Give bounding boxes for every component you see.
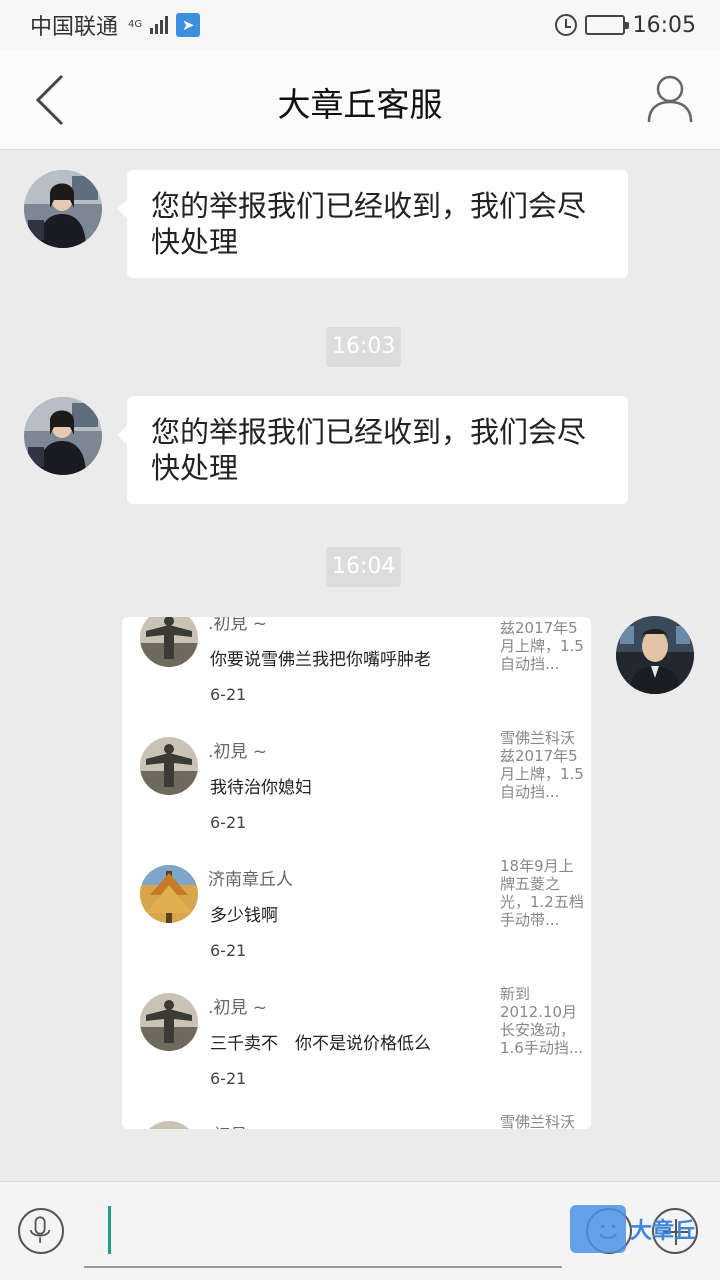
screenshot-list-item: .初見 ~ 三千卖不 你不是说价格低么 6-21 新到2012.10月长安逸动，… [122,985,591,1121]
screenshot-date: 6-21 [210,685,247,704]
status-left: 中国联通 4G ➤ [30,9,201,41]
screenshot-list-item: 济南章丘人 多少钱啊 6-21 18年9月上牌五菱之光，1.2五档手动带... [122,857,591,993]
screenshot-date: 6-21 [210,1069,247,1088]
timestamp: 16:04 [326,547,402,587]
screenshot-avatar [140,993,198,1051]
app-notification-icon: ➤ [176,13,201,37]
microphone-icon [30,1216,51,1243]
user-avatar-image [616,616,694,694]
screenshot-list-item: .初見 ~ 雪佛兰科沃 [122,1113,591,1129]
profile-button[interactable] [646,72,694,124]
status-right: 16:05 [554,12,696,38]
carrier-label: 中国联通 [30,15,119,40]
chat-area[interactable]: 您的举报我们已经收到，我们会尽快处理 16:03 您的举报我们已经收到，我们会尽… [0,151,720,1181]
screenshot-avatar [140,617,198,667]
alarm-icon [554,14,577,36]
text-cursor [108,1206,111,1254]
agent-avatar[interactable] [24,397,102,475]
signal-icon [150,16,169,34]
message-input[interactable] [84,1202,562,1268]
message-text: 您的举报我们已经收到，我们会尽快处理 [151,189,587,259]
screenshot-list-item: .初見 ~ 你要说雪佛兰我把你嘴呼肿老 6-21 雪佛兰科沃兹2017年5月上牌… [122,617,591,737]
screenshot-username: .初見 ~ [208,617,268,634]
screenshot-message: 我待治你媳妇 [210,778,312,798]
message-bubble[interactable]: 您的举报我们已经收到，我们会尽快处理 [117,396,628,504]
message-text: 您的举报我们已经收到，我们会尽快处理 [151,415,587,485]
battery-icon [584,15,629,35]
nav-bar: 大章丘客服 [0,50,720,150]
screenshot-date: 6-21 [210,813,247,832]
user-icon [647,75,693,123]
screenshot-message: 你要说雪佛兰我把你嘴呼肿老 [210,650,431,670]
screenshot-username: 济南章丘人 [208,870,293,890]
page-title: 大章丘客服 [277,85,443,124]
watermark-text: 大章丘 [630,1219,697,1244]
screenshot-side-text: 雪佛兰科沃 [500,1113,576,1129]
watermark-logo-icon [570,1205,626,1253]
screenshot-username: .初見 ~ [208,998,268,1018]
screenshot-message: 三千卖不 你不是说价格低么 [210,1034,431,1054]
voice-button[interactable] [18,1208,64,1254]
agent-avatar-image [24,397,102,475]
watermark-logo: 大章丘 [570,1204,715,1254]
screenshot-avatar [140,737,198,795]
screenshot-avatar [140,1121,198,1129]
screenshot-side-text: 18年9月上牌五菱之光，1.2五档手动带... [500,857,584,929]
screenshot-list-item: .初見 ~ 我待治你媳妇 6-21 雪佛兰科沃兹2017年5月上牌，1.5自动挡… [122,729,591,865]
screenshot-avatar [140,865,198,923]
agent-avatar-image [24,170,102,248]
clock: 16:05 [632,12,696,38]
message-bubble[interactable]: 您的举报我们已经收到，我们会尽快处理 [117,170,628,278]
agent-avatar[interactable] [24,170,102,248]
screenshot-username: .初見 ~ [208,742,268,762]
screenshot-username: .初見 ~ [208,1121,267,1129]
screenshot-side-text: 雪佛兰科沃兹2017年5月上牌，1.5自动挡... [500,729,584,801]
screenshot-side-text: 新到2012.10月长安逸动，1.6手动挡... [500,985,584,1057]
screenshot-date: 6-21 [210,941,247,960]
status-bar: 中国联通 4G ➤ 16:05 [0,0,720,50]
user-avatar[interactable] [616,616,694,694]
sent-screenshot-image[interactable]: .初見 ~ 你要说雪佛兰我把你嘴呼肿老 6-21 雪佛兰科沃兹2017年5月上牌… [122,617,591,1129]
screenshot-message: 多少钱啊 [210,906,278,926]
network-type: 4G [128,20,142,30]
timestamp: 16:03 [326,327,402,367]
screenshot-side-text: 雪佛兰科沃兹2017年5月上牌，1.5自动挡... [500,617,584,673]
network-type-label: 4G [128,19,143,30]
